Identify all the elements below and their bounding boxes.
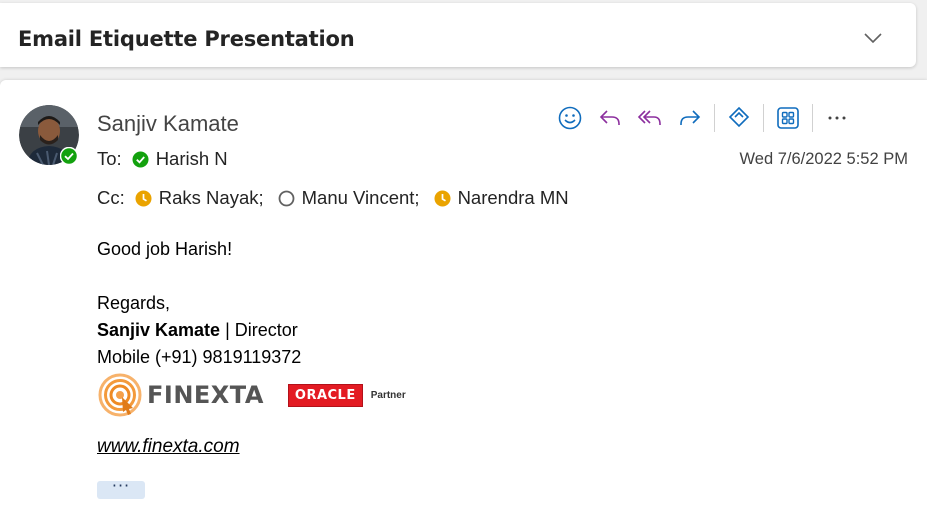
recipient-manu[interactable]: Manu Vincent; [278,187,420,209]
finexta-wordmark: FINEXTA [147,381,264,409]
emoji-button[interactable] [550,102,590,134]
reply-all-button[interactable] [630,102,670,134]
sent-date: Wed 7/6/2022 5:52 PM [739,150,908,168]
oracle-partner-text: Partner [370,389,406,401]
reply-all-icon [637,110,661,125]
message-body: Good job Harish! Regards, Sanjiv Kamate … [97,236,301,371]
website-link[interactable]: www.finexta.com [97,436,240,458]
signature-line: Sanjiv Kamate | Director [97,317,301,344]
to-label: To: [97,148,122,169]
to-row: To: Harish N [97,148,242,170]
avatar[interactable] [19,105,79,165]
signature-logos: FINEXTA ORACLE Partner [97,372,406,418]
subject-header: Email Etiquette Presentation [0,3,916,67]
chevron-down-icon[interactable] [862,27,884,49]
finexta-logo: FINEXTA [97,372,264,418]
presence-available-icon [60,147,78,165]
toolbar-divider [763,104,764,132]
show-more-button[interactable]: ··· [97,478,145,499]
emoji-icon [558,106,582,130]
recipient-name: Manu Vincent; [301,187,420,208]
reply-icon [599,110,620,125]
cc-label: Cc: [97,187,125,208]
more-options-button[interactable] [817,102,857,134]
more-options-icon [828,116,846,120]
status-away-icon [135,190,152,206]
recipient-narendra[interactable]: Narendra MN [434,187,569,209]
status-offline-icon [278,190,295,206]
oracle-wordmark: ORACLE [287,383,363,407]
signature-name: Sanjiv Kamate [97,320,221,340]
recipient-name: Harish N [155,148,228,169]
sender-name[interactable]: Sanjiv Kamate [97,111,239,137]
loop-icon [728,106,750,128]
message-card: Sanjiv Kamate To: Harish N Wed 7/6/2022 … [0,80,927,512]
finexta-logo-mark [98,373,142,417]
oracle-partner-logo: ORACLE Partner [287,383,406,407]
greeting-text: Good job Harish! [97,239,233,259]
toolbar-divider [812,104,813,132]
recipient-name: Raks Nayak; [158,187,264,208]
reply-button[interactable] [590,102,630,134]
closing-text: Regards, [97,293,171,313]
recipient-raks[interactable]: Raks Nayak; [135,187,264,209]
message-toolbar [550,102,857,134]
forward-icon [680,110,701,125]
status-away-icon [434,190,451,206]
status-available-icon [132,151,149,167]
subject-title: Email Etiquette Presentation [18,27,355,51]
signature-mobile: Mobile (+91) 9819119372 [97,347,302,367]
recipient-name: Narendra MN [457,187,569,208]
cc-row: Cc: Raks Nayak; Manu Vincent; Narendra M… [97,187,583,209]
toolbar-divider [714,104,715,132]
loop-button[interactable] [719,102,759,134]
apps-button[interactable] [768,102,808,134]
signature-title: | Director [220,320,298,340]
recipient-harish[interactable]: Harish N [132,148,228,170]
apps-icon [777,107,799,129]
forward-button[interactable] [670,102,710,134]
